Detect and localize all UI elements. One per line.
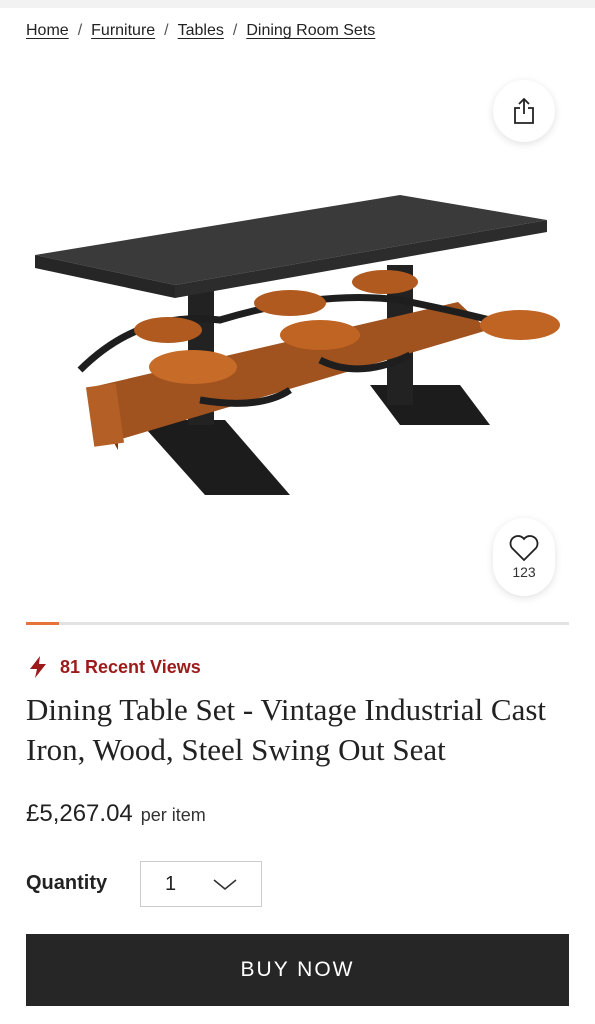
buy-now-button[interactable]: BUY NOW — [26, 934, 569, 1006]
price-unit: per item — [140, 805, 206, 825]
breadcrumb-tables[interactable]: Tables — [178, 22, 224, 40]
lightning-icon — [30, 656, 46, 678]
favorite-button[interactable]: 123 — [493, 518, 555, 596]
breadcrumb-separator: / — [164, 22, 169, 39]
share-icon — [514, 97, 534, 124]
gallery-progress-fill — [26, 622, 59, 625]
recent-views-text: 81 Recent Views — [60, 656, 201, 677]
breadcrumb-dining-room-sets[interactable]: Dining Room Sets — [246, 22, 375, 40]
price-row: £5,267.04 per item — [26, 800, 206, 828]
quantity-value: 1 — [165, 872, 177, 895]
share-button[interactable] — [493, 80, 555, 142]
quantity-label: Quantity — [26, 872, 108, 894]
chevron-down-icon — [213, 879, 237, 891]
gallery-progress — [26, 622, 569, 625]
recent-views: 81 Recent Views — [30, 656, 201, 678]
breadcrumb-home[interactable]: Home — [26, 22, 69, 40]
product-title: Dining Table Set - Vintage Industrial Ca… — [26, 692, 547, 767]
top-bar — [0, 0, 595, 8]
breadcrumb-separator: / — [232, 22, 238, 39]
breadcrumb-separator: / — [77, 22, 83, 39]
product-image[interactable] — [20, 170, 580, 510]
heart-icon — [509, 535, 539, 562]
product-price: £5,267.04 — [26, 800, 133, 827]
breadcrumb-furniture[interactable]: Furniture — [91, 22, 155, 40]
favorite-count: 123 — [512, 564, 536, 580]
quantity-select[interactable]: 1 — [140, 861, 262, 907]
breadcrumb: Home / Furniture / Tables / Dining Room … — [26, 22, 375, 40]
